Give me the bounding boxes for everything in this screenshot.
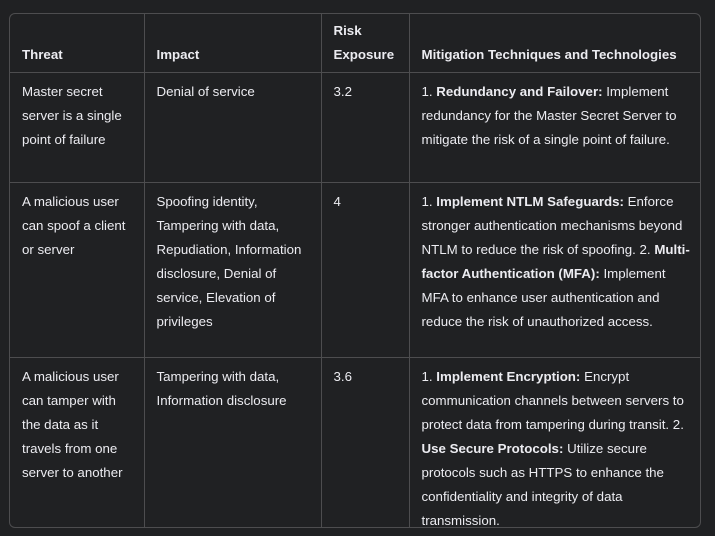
table-row: A malicious user can tamper with the dat…: [10, 357, 700, 527]
mitigation-title: Use Secure Protocols:: [421, 441, 564, 456]
table-row: Master secret server is a single point o…: [10, 72, 700, 183]
header-mitigation: Mitigation Techniques and Technologies: [409, 14, 700, 73]
mitigation-title: Implement Encryption:: [436, 369, 581, 384]
cell-threat: A malicious user can tamper with the dat…: [10, 357, 145, 527]
table-header-row: Threat Impact Risk Exposure Mitigation T…: [10, 14, 700, 73]
mitigation-number: 2.: [639, 242, 655, 257]
cell-risk: 3.6: [321, 357, 410, 527]
cell-impact: Spoofing identity, Tampering with data, …: [144, 182, 322, 358]
header-risk-exposure: Risk Exposure: [321, 14, 410, 73]
cell-risk: 4: [321, 182, 410, 358]
threat-table: Threat Impact Risk Exposure Mitigation T…: [10, 14, 700, 527]
mitigation-number: 2.: [672, 417, 684, 432]
header-impact: Impact: [144, 14, 322, 73]
mitigation-title: Redundancy and Failover:: [436, 84, 603, 99]
cell-mitigation: 1. Implement NTLM Safeguards: Enforce st…: [409, 182, 700, 358]
table-row: A malicious user can spoof a client or s…: [10, 182, 700, 358]
cell-impact: Tampering with data, Information disclos…: [144, 357, 322, 527]
cell-impact: Denial of service: [144, 72, 322, 183]
cell-mitigation: 1. Implement Encryption: Encrypt communi…: [409, 358, 700, 527]
cell-threat: Master secret server is a single point o…: [10, 72, 145, 183]
mitigation-title: Implement NTLM Safeguards:: [436, 194, 624, 209]
header-threat: Threat: [10, 14, 145, 73]
cell-threat: A malicious user can spoof a client or s…: [10, 182, 145, 358]
mitigation-number: 1.: [421, 369, 437, 384]
threat-table-container: Threat Impact Risk Exposure Mitigation T…: [9, 13, 701, 528]
mitigation-number: 1.: [421, 84, 437, 99]
cell-risk: 3.2: [321, 72, 410, 183]
cell-mitigation: 1. Redundancy and Failover: Implement re…: [409, 72, 700, 183]
mitigation-number: 1.: [421, 194, 437, 209]
